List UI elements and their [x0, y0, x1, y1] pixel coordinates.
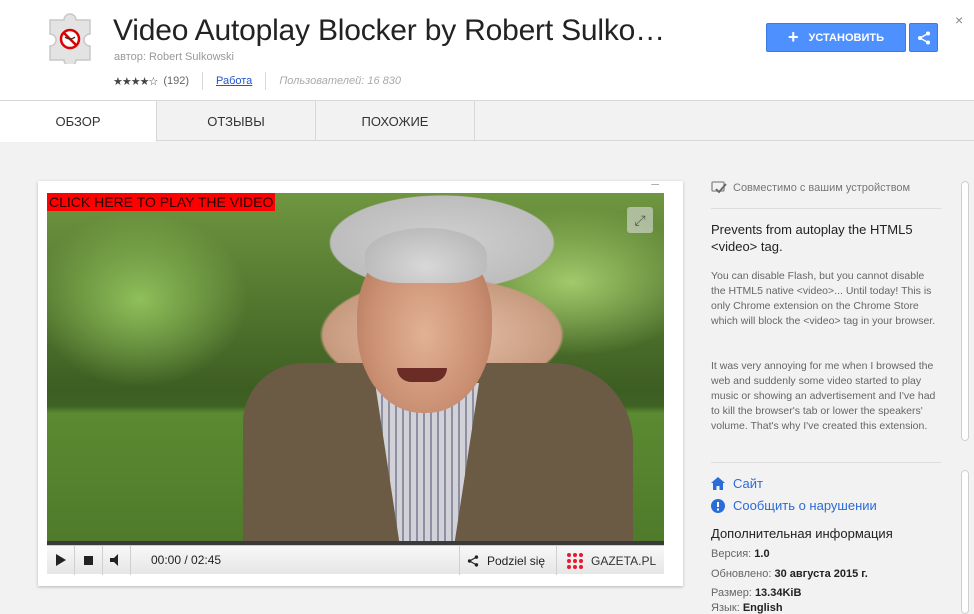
website-link-label: Сайт — [733, 476, 763, 491]
size-row: Размер: 13.34KiB — [711, 587, 801, 599]
alert-icon — [711, 498, 725, 513]
play-icon — [55, 554, 66, 566]
video-frame-mouth — [397, 368, 447, 382]
page-scrollbar[interactable] — [961, 470, 969, 614]
player-controls: 00:00 / 02:45 Podziel się GAZETA.PL — [47, 545, 664, 575]
size-label: Размер: — [711, 587, 752, 599]
time-display: 00:00 / 02:45 — [151, 553, 222, 567]
meta-row: ★★★★☆ (192) Работа Пользователей: 16 830 — [113, 72, 401, 90]
size-value: 13.34KiB — [754, 587, 802, 599]
report-abuse-label: Сообщить о нарушении — [733, 498, 877, 513]
divider — [711, 462, 941, 463]
updated-row: Обновлено: 30 августа 2015 г. — [711, 568, 868, 580]
extension-puzzle-icon — [44, 6, 102, 67]
meta-divider — [202, 72, 203, 90]
compatible-check-icon — [711, 181, 727, 194]
stop-button[interactable] — [75, 545, 103, 575]
tab-reviews[interactable]: ОТЗЫВЫ — [157, 101, 316, 141]
description-paragraph-1: You can disable Flash, but you cannot di… — [711, 270, 936, 327]
version-row: Версия: 1.0 — [711, 548, 770, 560]
share-video-button[interactable]: Podziel się — [459, 546, 545, 575]
extension-title: Video Autoplay Blocker by Robert Sulko… — [113, 14, 665, 47]
volume-icon — [109, 554, 118, 566]
install-label: УСТАНОВИТЬ — [808, 31, 884, 44]
minimize-icon: – — [651, 175, 659, 191]
video-player[interactable]: CLICK HERE TO PLAY THE VIDEO ⤢ — [47, 193, 664, 548]
description-paragraph-2: It was very annoying for me when I brows… — [711, 360, 936, 432]
extension-summary: Prevents from autoplay the HTML5 <video>… — [711, 222, 913, 254]
version-label: Версия: — [711, 548, 752, 560]
share-icon — [917, 31, 930, 44]
item-header: Video Autoplay Blocker by Robert Sulko… … — [0, 0, 974, 101]
tab-related[interactable]: ПОХОЖИЕ — [316, 101, 475, 141]
plus-icon: + — [788, 26, 799, 47]
users-count: Пользователей: 16 830 — [279, 75, 401, 87]
website-link[interactable]: Сайт — [711, 476, 763, 491]
updated-label: Обновлено: — [711, 568, 772, 580]
play-button[interactable] — [47, 545, 75, 575]
rating-count[interactable]: (192) — [163, 75, 189, 87]
language-row: Язык: English — [711, 602, 783, 614]
divider — [711, 208, 941, 209]
rating-stars: ★★★★☆ — [113, 75, 158, 88]
share-video-label: Podziel się — [487, 553, 546, 568]
updated-value: 30 августа 2015 г. — [774, 568, 868, 580]
version-value: 1.0 — [754, 548, 770, 560]
install-button[interactable]: + УСТАНОВИТЬ — [766, 23, 906, 52]
share-icon — [467, 554, 479, 567]
screenshot-panel: – CLICK HERE TO PLAY THE VIDEO ⤢ 00:00 /… — [38, 175, 683, 586]
stop-icon — [84, 555, 93, 565]
language-label: Язык: — [711, 602, 740, 614]
additional-info-title: Дополнительная информация — [711, 526, 893, 541]
gazeta-dots-icon — [567, 552, 583, 569]
volume-button[interactable] — [103, 545, 131, 575]
fullscreen-icon[interactable]: ⤢ — [627, 207, 653, 233]
language-value: English — [742, 602, 783, 614]
video-frame-hair — [365, 228, 487, 283]
home-icon — [711, 477, 725, 490]
close-icon[interactable]: × — [955, 12, 963, 28]
click-to-play-banner[interactable]: CLICK HERE TO PLAY THE VIDEO — [47, 193, 276, 211]
meta-divider — [265, 72, 267, 90]
compatibility-text: Совместимо с вашим устройством — [733, 182, 911, 194]
share-button[interactable] — [909, 23, 938, 52]
author-label: автор: Robert Sulkowski — [114, 51, 234, 63]
description-scrollbar[interactable] — [961, 181, 969, 441]
tab-bar: ОБЗОР ОТЗЫВЫ ПОХОЖИЕ — [0, 101, 974, 142]
report-abuse-link[interactable]: Сообщить о нарушении — [711, 498, 877, 513]
compatibility-note: Совместимо с вашим устройством — [711, 181, 910, 195]
category-link[interactable]: Работа — [216, 75, 252, 87]
gazeta-logo[interactable]: GAZETA.PL — [556, 546, 656, 575]
gazeta-label: GAZETA.PL — [591, 553, 657, 568]
tab-overview[interactable]: ОБЗОР — [0, 101, 157, 142]
